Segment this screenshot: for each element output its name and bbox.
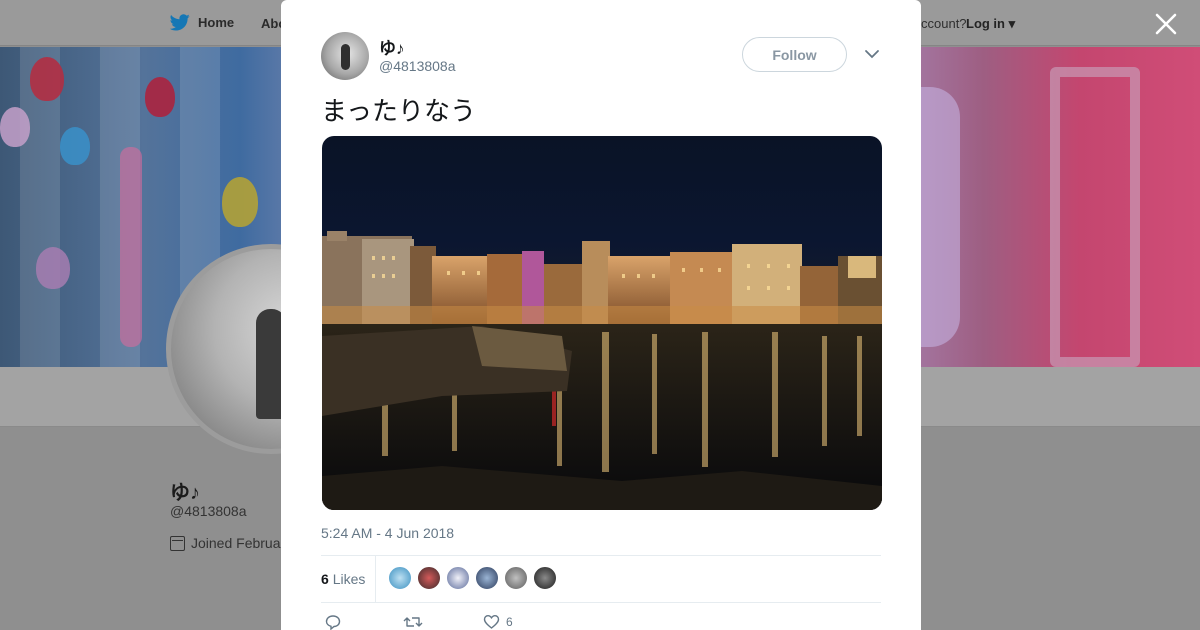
reply-button[interactable]	[325, 614, 341, 630]
divider	[321, 555, 881, 556]
chevron-down-icon[interactable]	[864, 47, 880, 61]
follow-button[interactable]: Follow	[742, 37, 847, 72]
login-label: Log in	[966, 16, 1005, 31]
divider	[375, 556, 376, 602]
liker-avatar[interactable]	[417, 566, 441, 590]
reply-icon	[325, 615, 341, 630]
tweet-modal: ゆ♪ @4813808a Follow まったりなう 5:24 AM - 4 J…	[281, 0, 921, 630]
liker-avatar[interactable]	[475, 566, 499, 590]
close-icon[interactable]	[1154, 12, 1178, 36]
nav-home-label: Home	[198, 15, 235, 30]
liker-avatar[interactable]	[504, 566, 528, 590]
author-handle[interactable]: @4813808a	[379, 58, 456, 74]
divider	[321, 602, 881, 603]
author-avatar[interactable]	[321, 32, 369, 80]
account-prompt: ccount?	[921, 16, 967, 31]
likers-avatars	[388, 566, 557, 590]
twitter-bird-icon	[170, 14, 190, 31]
profile-handle: @4813808a	[170, 503, 247, 519]
liker-avatar[interactable]	[446, 566, 470, 590]
like-count: 6	[506, 615, 513, 629]
calendar-icon	[170, 535, 185, 551]
retweet-button[interactable]	[403, 614, 423, 630]
likes-label: Likes	[332, 571, 366, 587]
profile-name: ゆ♪	[170, 482, 200, 504]
tweet-text: まったりなう	[321, 97, 476, 127]
liker-avatar[interactable]	[388, 566, 412, 590]
login-link[interactable]: Log in ▾	[966, 16, 1015, 32]
likes-count[interactable]: 6 Likes	[321, 571, 365, 587]
profile-joined-text: Joined Februa	[191, 535, 281, 551]
likes-number: 6	[321, 571, 329, 587]
profile-joined-date: Joined Februa	[170, 535, 281, 551]
nav-home-link[interactable]: Home	[170, 14, 234, 31]
author-name[interactable]: ゆ♪	[379, 34, 405, 59]
tweet-timestamp[interactable]: 5:24 AM - 4 Jun 2018	[321, 525, 454, 541]
heart-icon	[483, 614, 500, 629]
liker-avatar[interactable]	[533, 566, 557, 590]
tweet-photo[interactable]	[322, 136, 882, 510]
retweet-icon	[403, 617, 423, 627]
like-button[interactable]: 6	[483, 614, 513, 630]
